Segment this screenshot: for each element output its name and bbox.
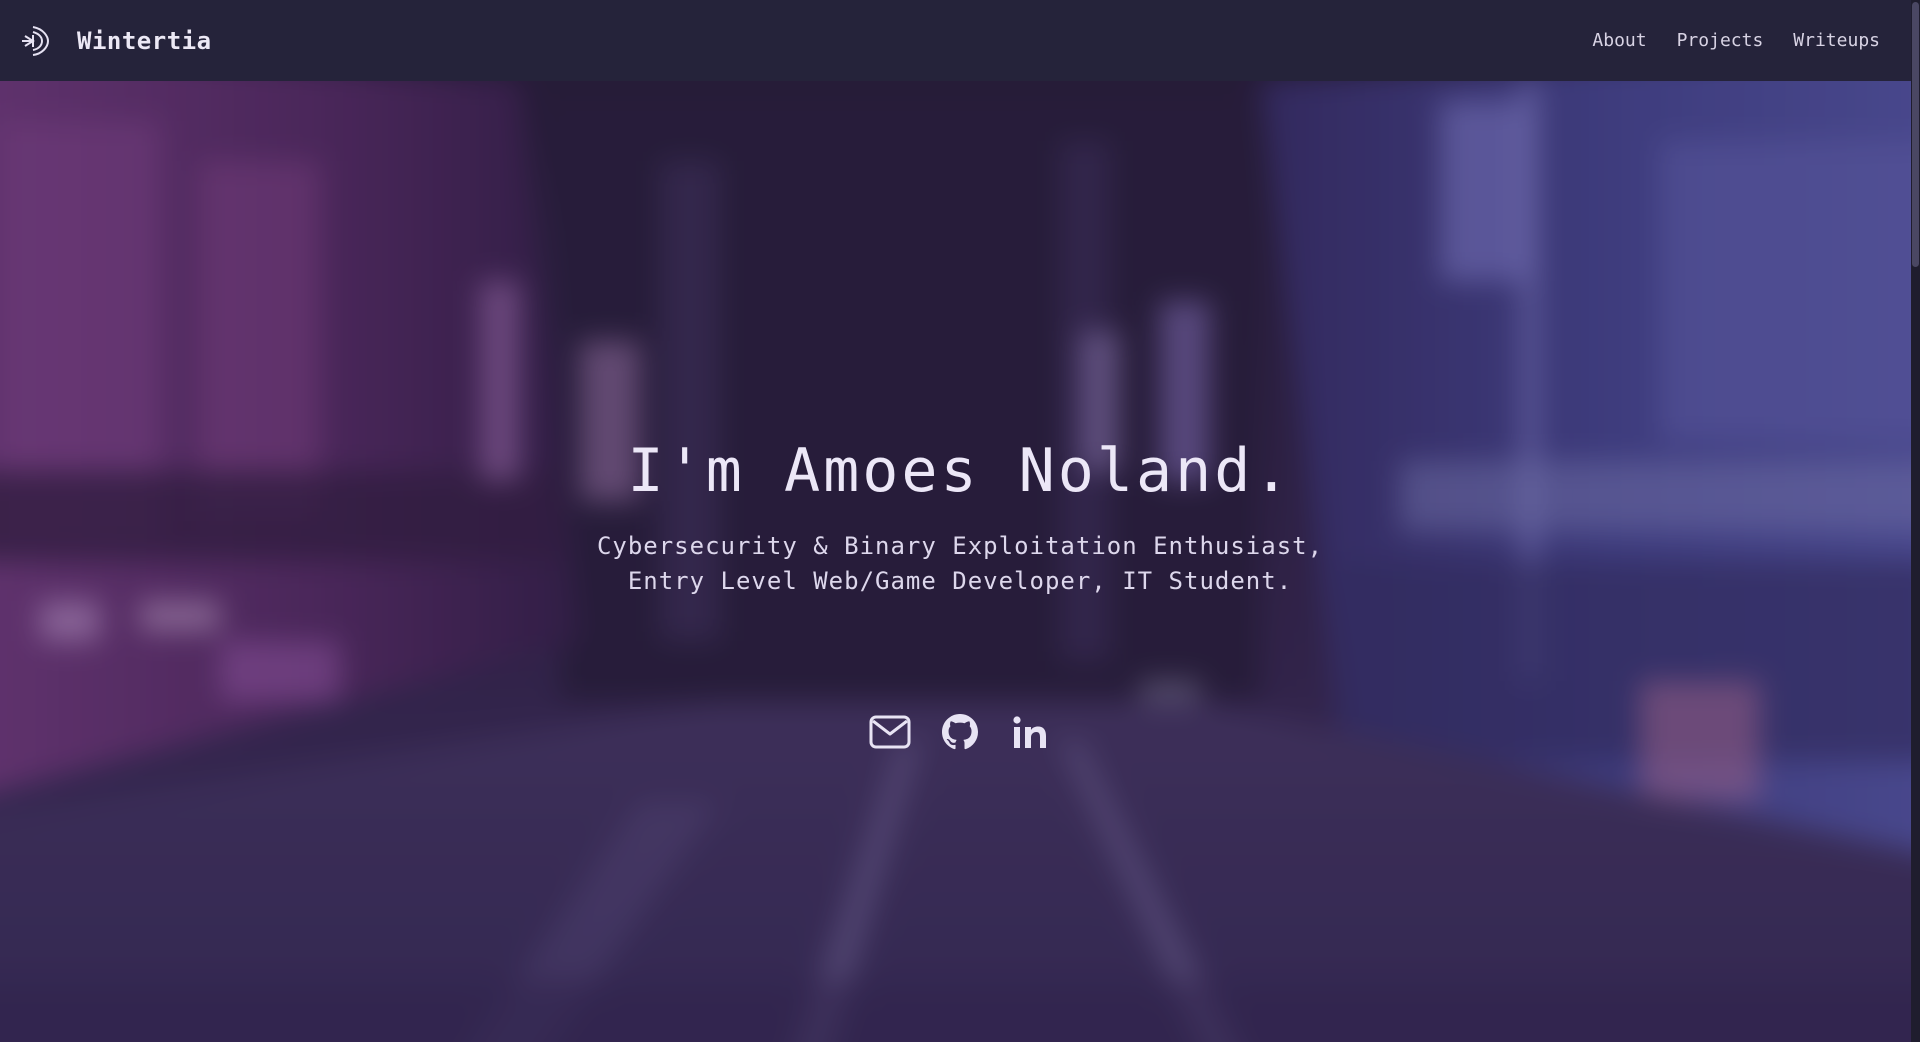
nav-links: About Projects Writeups	[1592, 30, 1880, 51]
page-scrollbar[interactable]	[1911, 0, 1920, 1042]
brand-home-link[interactable]: Wintertia	[20, 23, 212, 59]
page: Wintertia About Projects Writeups I'm Am…	[0, 0, 1920, 1042]
github-icon	[942, 714, 978, 754]
linkedin-icon	[1012, 715, 1048, 753]
nav-link-writeups[interactable]: Writeups	[1793, 30, 1880, 51]
brand-logo-icon	[20, 23, 52, 59]
social-links	[0, 713, 1920, 755]
email-link[interactable]	[869, 713, 911, 755]
hero-content: I'm Amoes Noland. Cybersecurity & Binary…	[0, 81, 1920, 1042]
hero-title: I'm Amoes Noland.	[627, 436, 1293, 506]
mail-icon	[869, 715, 911, 753]
linkedin-link[interactable]	[1009, 713, 1051, 755]
hero-subtitle-line: Entry Level Web/Game Developer, IT Stude…	[627, 567, 1293, 595]
nav-link-projects[interactable]: Projects	[1677, 30, 1764, 51]
scrollbar-thumb[interactable]	[1912, 2, 1919, 267]
nav-link-about[interactable]: About	[1592, 30, 1646, 51]
github-link[interactable]	[939, 713, 981, 755]
navbar: Wintertia About Projects Writeups	[0, 0, 1920, 81]
hero-subtitle-line: Cybersecurity & Binary Exploitation Enth…	[596, 532, 1324, 560]
hero-subtitle: Cybersecurity & Binary Exploitation Enth…	[0, 529, 1920, 599]
brand-name: Wintertia	[77, 26, 212, 55]
hero-section: I'm Amoes Noland. Cybersecurity & Binary…	[0, 81, 1920, 1042]
